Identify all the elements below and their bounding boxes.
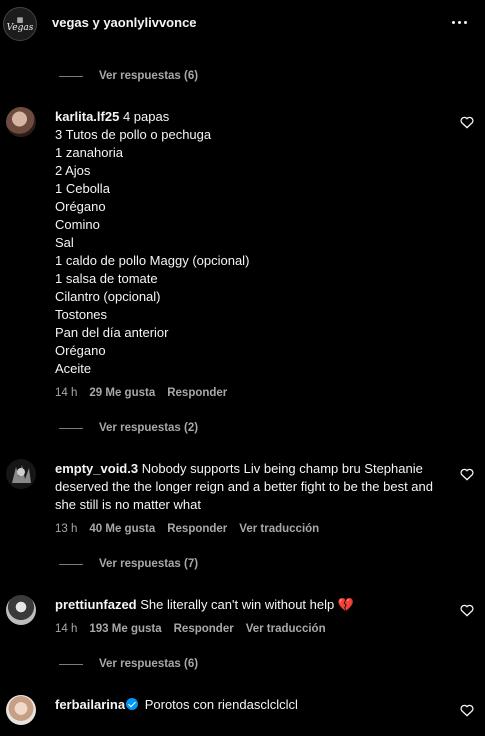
comment-username[interactable]: ferbailarina: [55, 697, 125, 712]
broken-heart-emoji: 💔: [337, 597, 355, 612]
commenter-avatar[interactable]: [6, 107, 36, 137]
post-author-names[interactable]: vegas y yaonlylivvonce: [52, 15, 197, 30]
divider-line: [59, 427, 83, 429]
view-replies-button[interactable]: Ver respuestas (6): [59, 655, 198, 673]
see-translation-button[interactable]: Ver traducción: [246, 623, 326, 635]
comment-username[interactable]: empty_void.3: [55, 461, 138, 476]
commenter-avatar[interactable]: [6, 595, 36, 625]
comment-body: karlita.lf25 4 papas 3 Tutos de pollo o …: [55, 109, 250, 376]
comment-username[interactable]: prettiunfazed: [55, 597, 137, 612]
view-replies-button[interactable]: Ver respuestas (7): [59, 555, 198, 573]
divider-line: [59, 663, 83, 665]
comment-body: ferbailarina Porotos con riendasclclclcl: [55, 697, 298, 712]
comment-body: empty_void.3 Nobody supports Liv being c…: [55, 461, 433, 512]
author-avatar[interactable]: ▦ Vegas: [3, 7, 37, 41]
likes-count[interactable]: 29 Me gusta: [89, 387, 155, 399]
divider-line: [59, 75, 83, 77]
more-options-icon[interactable]: [452, 14, 468, 30]
like-heart-icon[interactable]: [459, 466, 475, 482]
vegas-logo: ▦ Vegas: [6, 15, 34, 33]
like-heart-icon[interactable]: [459, 114, 475, 130]
view-replies-button[interactable]: Ver respuestas (6): [59, 67, 198, 85]
commenter-avatar[interactable]: [6, 695, 36, 725]
likes-count[interactable]: 40 Me gusta: [89, 523, 155, 535]
reply-button[interactable]: Responder: [174, 623, 234, 635]
view-replies-button[interactable]: Ver respuestas (2): [59, 419, 198, 437]
commenter-avatar[interactable]: [6, 459, 36, 489]
comment-username[interactable]: karlita.lf25: [55, 109, 119, 124]
comment-meta: 14 h 193 Me gusta Responder Ver traducci…: [55, 623, 326, 635]
see-translation-button[interactable]: Ver traducción: [239, 523, 319, 535]
comment-body: prettiunfazed She literally can't win wi…: [55, 597, 355, 612]
like-heart-icon[interactable]: [459, 702, 475, 718]
like-heart-icon[interactable]: [459, 602, 475, 618]
divider-line: [59, 563, 83, 565]
comment-meta: 13 h 40 Me gusta Responder Ver traducció…: [55, 523, 320, 535]
reply-button[interactable]: Responder: [167, 523, 227, 535]
verified-badge-icon: [126, 698, 139, 710]
post-header: ▦ Vegas vegas y yaonlylivvonce: [0, 0, 485, 46]
likes-count[interactable]: 193 Me gusta: [89, 623, 161, 635]
comment-meta: 14 h 29 Me gusta Responder: [55, 387, 228, 399]
avatar-image: [12, 465, 31, 483]
reply-button[interactable]: Responder: [167, 387, 227, 399]
